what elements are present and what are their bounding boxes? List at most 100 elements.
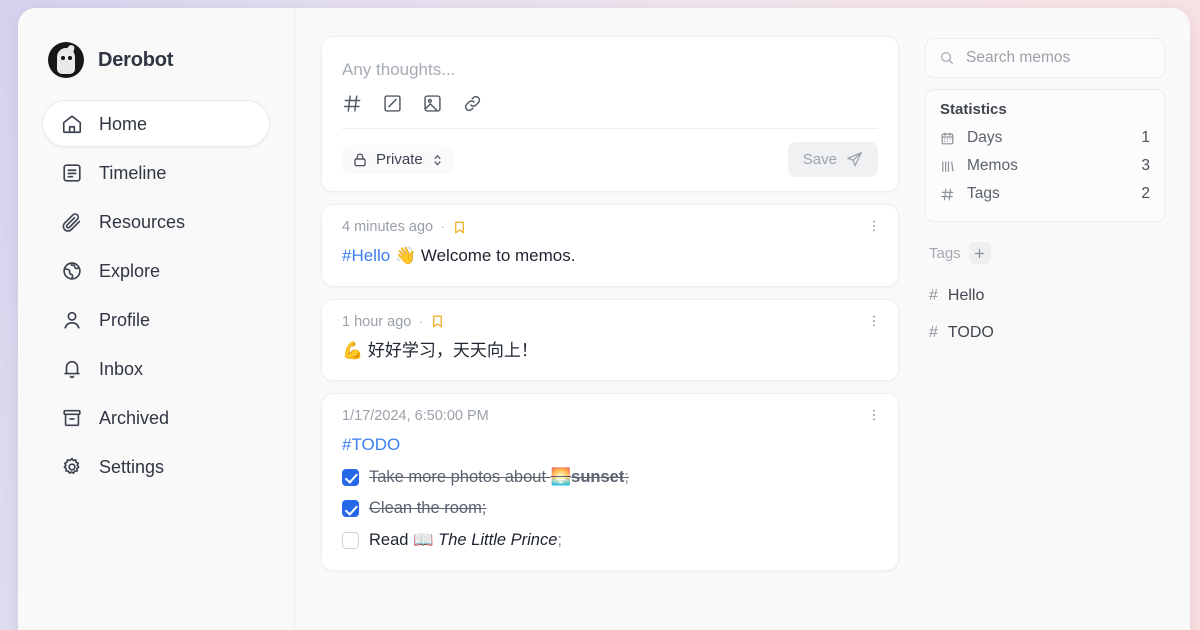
sidebar-item-label: Home bbox=[99, 113, 148, 134]
globe-icon bbox=[61, 260, 83, 282]
sidebar-item-label: Profile bbox=[99, 309, 151, 330]
memo-content: #TODO Take more photos about 🌅sunset; Cl… bbox=[342, 433, 878, 552]
statistics-title: Statistics bbox=[940, 101, 1007, 118]
sidebar-item-inbox[interactable]: Inbox bbox=[42, 345, 270, 392]
lock-icon bbox=[352, 152, 368, 168]
avatar[interactable] bbox=[48, 42, 84, 78]
tag-name: TODO bbox=[947, 323, 994, 341]
hash-icon[interactable] bbox=[342, 93, 363, 114]
checkbox-icon[interactable] bbox=[382, 93, 403, 114]
todo-checkbox-unchecked[interactable] bbox=[342, 531, 359, 549]
archive-icon bbox=[61, 407, 83, 429]
tag-item[interactable]: # Hello bbox=[925, 277, 1165, 314]
tags-label: Tags bbox=[929, 244, 961, 262]
sidebar-item-label: Timeline bbox=[99, 162, 167, 183]
hash-icon bbox=[940, 187, 958, 202]
memo-tag-link[interactable]: #Hello bbox=[342, 246, 390, 265]
todo-item[interactable]: Read 📖 The Little Prince; bbox=[342, 528, 878, 553]
search-icon bbox=[939, 50, 955, 66]
brand-name: Derobot bbox=[98, 48, 174, 71]
todo-checkbox-checked[interactable] bbox=[342, 500, 359, 518]
tags-list: # Hello # TODO bbox=[925, 277, 1165, 351]
sidebar-item-label: Archived bbox=[99, 407, 170, 428]
user-icon bbox=[61, 309, 83, 331]
left-sidebar: Derobot Home Timeline Resources Explore bbox=[18, 8, 295, 630]
visibility-label: Private bbox=[376, 151, 423, 169]
hash-icon: # bbox=[929, 323, 938, 341]
sidebar-item-settings[interactable]: Settings bbox=[42, 443, 270, 490]
tags-header: Tags bbox=[925, 233, 1165, 266]
editor-toolbar bbox=[342, 93, 878, 130]
editor-footer: Private Save bbox=[342, 129, 878, 178]
todo-label: Read 📖 The Little Prince; bbox=[369, 529, 562, 549]
bookmark-icon[interactable] bbox=[452, 220, 467, 235]
memo-meta: 1 hour ago · bbox=[342, 314, 878, 330]
statistics-panel: Statistics Days 1 Memos 3 Tags 2 bbox=[925, 89, 1165, 222]
stat-value: 2 bbox=[1141, 185, 1150, 202]
sidebar-item-timeline[interactable]: Timeline bbox=[42, 149, 270, 196]
tag-item[interactable]: # TODO bbox=[925, 314, 1165, 351]
memo-tag-link[interactable]: #TODO bbox=[342, 433, 878, 458]
sidebar-item-label: Settings bbox=[99, 456, 165, 477]
memo-timestamp: 1/17/2024, 6:50:00 PM bbox=[342, 408, 489, 425]
app-window: Derobot Home Timeline Resources Explore bbox=[18, 8, 1190, 630]
memo-meta: 4 minutes ago · bbox=[342, 219, 878, 235]
sidebar-item-label: Explore bbox=[99, 260, 161, 281]
stat-label: Days bbox=[967, 129, 1003, 146]
stat-row-memos[interactable]: Memos 3 bbox=[940, 152, 1150, 180]
visibility-selector[interactable]: Private bbox=[342, 145, 454, 175]
bars-icon bbox=[940, 159, 958, 174]
sidebar-item-archived[interactable]: Archived bbox=[42, 394, 270, 441]
timeline-icon bbox=[61, 162, 83, 184]
sidebar-item-resources[interactable]: Resources bbox=[42, 198, 270, 245]
brand[interactable]: Derobot bbox=[42, 42, 270, 78]
stat-value: 1 bbox=[1141, 129, 1150, 146]
sidebar-nav: Home Timeline Resources Explore Profile bbox=[42, 100, 270, 490]
plus-icon[interactable] bbox=[968, 242, 991, 264]
tag-name: Hello bbox=[947, 286, 985, 304]
memo-list-column: Any thoughts... Private Save 4 minutes a… bbox=[295, 8, 913, 630]
search-placeholder: Search memos bbox=[966, 49, 1071, 66]
paperclip-icon bbox=[61, 211, 83, 233]
wave-emoji: 👋 bbox=[394, 246, 417, 267]
stat-row-tags[interactable]: Tags 2 bbox=[940, 180, 1150, 208]
sidebar-item-label: Inbox bbox=[99, 358, 144, 379]
todo-item[interactable]: Take more photos about 🌅sunset; bbox=[342, 465, 878, 490]
image-icon[interactable] bbox=[422, 93, 443, 114]
chevron-updown-icon bbox=[431, 152, 444, 168]
stat-label: Tags bbox=[967, 185, 1000, 202]
send-icon bbox=[846, 151, 863, 168]
save-button[interactable]: Save bbox=[787, 142, 878, 178]
stat-value: 3 bbox=[1141, 157, 1150, 174]
memo-card[interactable]: 1 hour ago · 💪 好好学习，天天向上！ bbox=[321, 298, 899, 382]
hash-icon: # bbox=[929, 286, 938, 304]
memo-meta-separator: · bbox=[418, 313, 424, 330]
sunrise-emoji: 🌅 bbox=[550, 467, 572, 487]
memo-text: 好好学习，天天向上！ bbox=[367, 340, 538, 360]
link-icon[interactable] bbox=[462, 93, 483, 114]
memo-editor: Any thoughts... Private Save bbox=[321, 36, 899, 193]
bookmark-icon[interactable] bbox=[430, 314, 445, 329]
right-sidebar: Search memos Statistics Days 1 Memos 3 T… bbox=[913, 8, 1190, 630]
stat-row-days[interactable]: Days 1 bbox=[940, 124, 1150, 152]
todo-label: Take more photos about 🌅sunset; bbox=[369, 467, 629, 487]
memo-options-button[interactable] bbox=[866, 313, 882, 329]
memo-timestamp: 1 hour ago bbox=[342, 313, 412, 330]
search-input[interactable]: Search memos bbox=[925, 38, 1165, 78]
stat-label: Memos bbox=[967, 157, 1018, 174]
save-button-label: Save bbox=[802, 151, 837, 169]
memo-meta-separator: · bbox=[440, 219, 445, 236]
memo-timestamp: 4 minutes ago bbox=[342, 219, 434, 236]
memo-options-button[interactable] bbox=[866, 218, 882, 234]
todo-checkbox-checked[interactable] bbox=[342, 468, 359, 486]
calendar-icon bbox=[940, 131, 958, 146]
todo-item[interactable]: Clean the room; bbox=[342, 497, 878, 521]
memo-editor-input[interactable]: Any thoughts... bbox=[342, 53, 878, 93]
sidebar-item-explore[interactable]: Explore bbox=[42, 247, 270, 294]
memo-card[interactable]: 4 minutes ago · #Hello 👋 Welcome to memo… bbox=[321, 204, 899, 287]
memo-card[interactable]: 1/17/2024, 6:50:00 PM #TODO Take more ph… bbox=[321, 393, 899, 571]
memo-options-button[interactable] bbox=[866, 407, 882, 423]
sidebar-item-profile[interactable]: Profile bbox=[42, 296, 270, 343]
memo-meta: 1/17/2024, 6:50:00 PM bbox=[342, 408, 878, 424]
sidebar-item-home[interactable]: Home bbox=[42, 100, 270, 147]
